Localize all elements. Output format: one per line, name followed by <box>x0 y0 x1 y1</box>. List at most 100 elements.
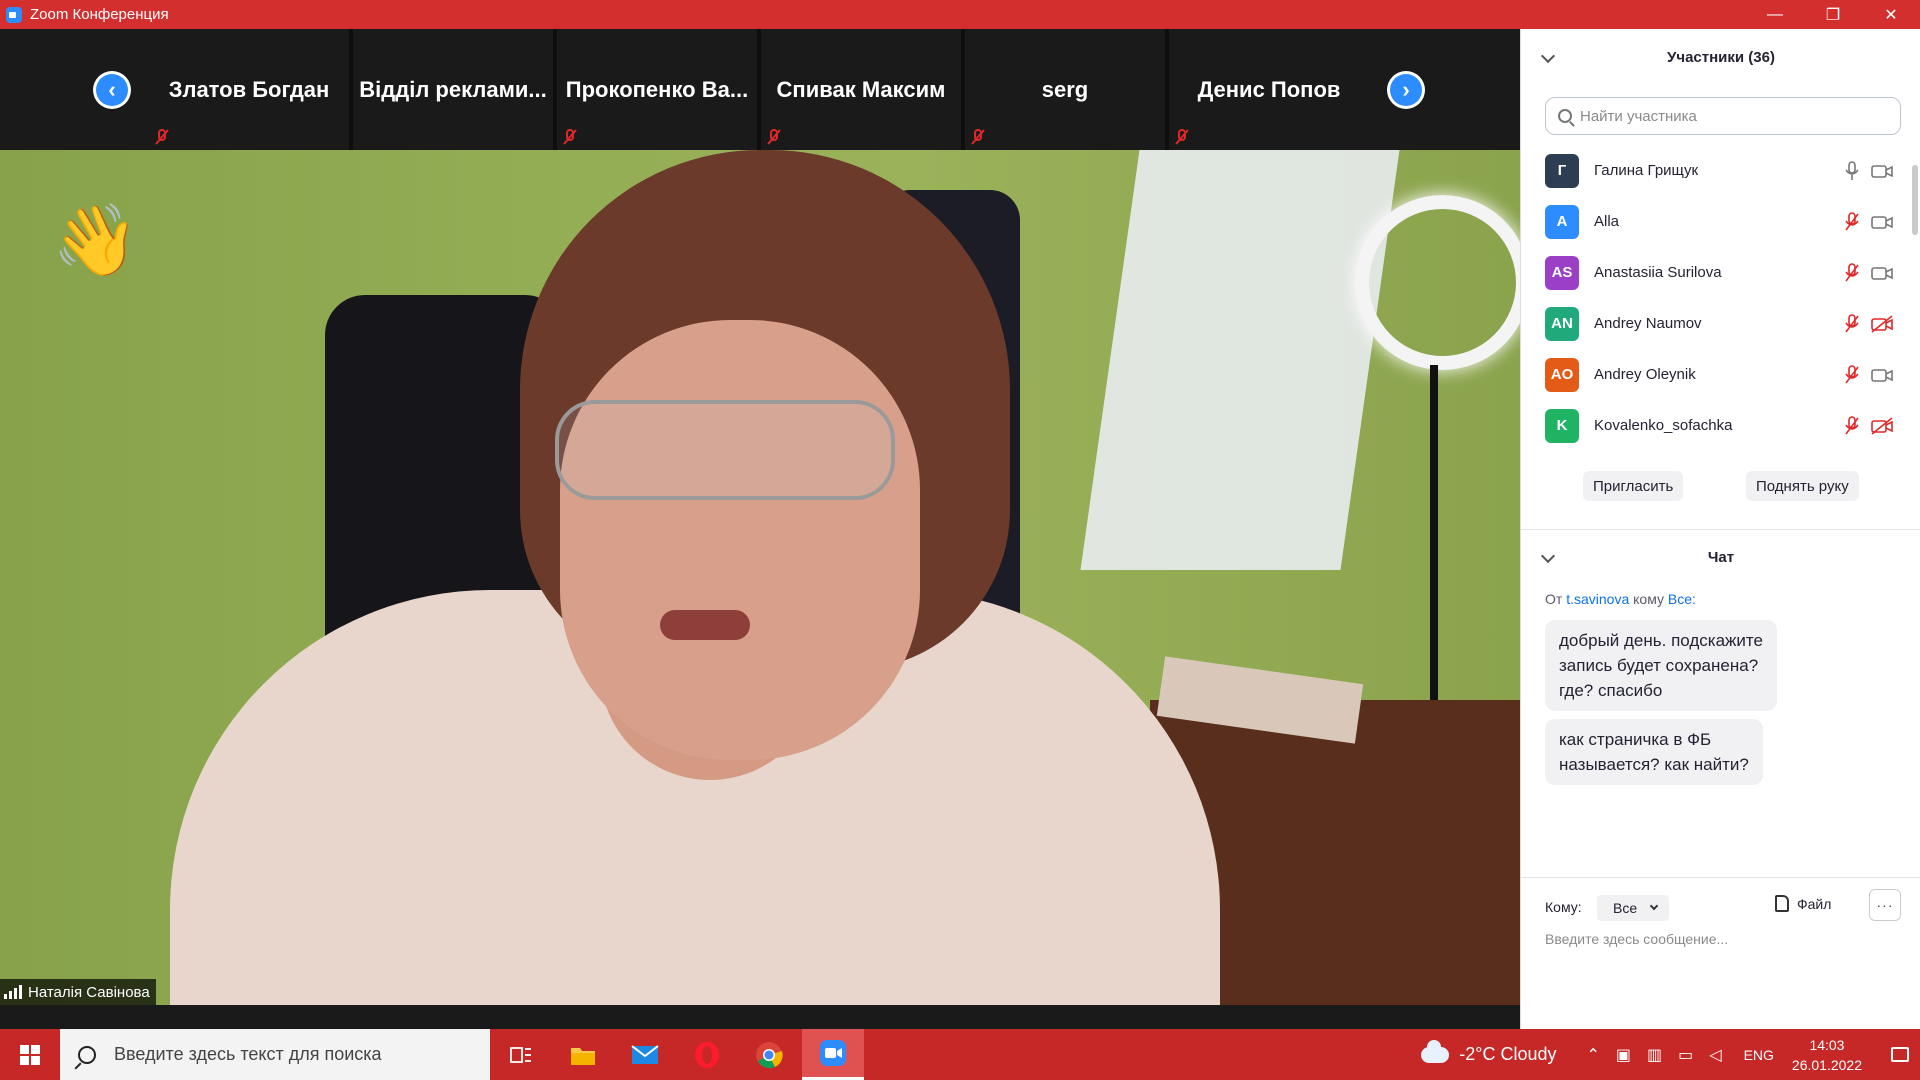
notification-icon <box>1891 1047 1909 1062</box>
participant-search-input[interactable]: Найти участника <box>1545 97 1901 135</box>
title-bar: Zoom Конференция — ❐ ✕ <box>0 0 1920 29</box>
video-scene-ring-light <box>1355 195 1520 370</box>
mic-muted-icon[interactable] <box>1845 314 1859 334</box>
video-tile[interactable]: Денис Попов <box>1169 29 1369 150</box>
system-tray: -2°C Cloudy ⌃ ▣ ▥ ▭ ◁ ENG 14:03 26.01.20… <box>1421 1029 1920 1080</box>
video-stopped-icon[interactable] <box>1871 314 1893 334</box>
participant-row[interactable]: AS Anastasiia Surilova <box>1521 247 1920 298</box>
video-off-icon[interactable] <box>1871 161 1893 181</box>
folder-icon <box>571 1047 595 1065</box>
chevron-right-icon: › <box>1390 74 1422 106</box>
participant-row-partial[interactable] <box>1521 451 1920 455</box>
message-input[interactable]: Введите здесь сообщение... <box>1545 931 1728 947</box>
weather-text: -2°C Cloudy <box>1459 1044 1557 1064</box>
mic-muted-icon[interactable] <box>1845 212 1859 232</box>
close-button[interactable]: ✕ <box>1862 0 1920 29</box>
video-tile[interactable]: Златов Богдан <box>149 29 349 150</box>
collapse-chevron-icon[interactable] <box>1540 48 1556 64</box>
avatar: A <box>1545 204 1579 239</box>
more-options-button[interactable]: ··· <box>1869 889 1901 921</box>
participant-row[interactable]: K Kovalenko_sofachka <box>1521 400 1920 451</box>
previous-page-button[interactable]: ‹ <box>93 71 131 109</box>
video-tile[interactable]: Прокопенко Ва... <box>557 29 757 150</box>
speaker-name-label: Наталія Савінова <box>0 979 156 1005</box>
recipient-select[interactable]: Все <box>1597 895 1669 921</box>
zoom-taskbar-button[interactable] <box>802 1029 864 1080</box>
chevron-left-icon: ‹ <box>96 74 128 106</box>
recipient-value: Все <box>1613 900 1638 916</box>
video-off-icon[interactable] <box>1871 212 1893 232</box>
video-off-icon[interactable] <box>1871 263 1893 283</box>
mail-button[interactable] <box>614 1029 676 1080</box>
mic-muted-icon <box>155 129 169 145</box>
video-stopped-icon[interactable] <box>1871 416 1893 436</box>
chat-from-user[interactable]: t.savinova <box>1566 591 1629 607</box>
wave-reaction-icon: 👋 <box>52 201 140 279</box>
restore-button[interactable]: ❐ <box>1804 0 1862 29</box>
mic-muted-icon[interactable] <box>1845 263 1859 283</box>
connection-signal-icon <box>4 985 22 999</box>
chat-header: Чат <box>1521 537 1920 577</box>
tile-participant-name: Денис Попов <box>1197 77 1341 102</box>
collapse-chevron-icon[interactable] <box>1540 548 1556 564</box>
notification-center-button[interactable] <box>1880 1029 1920 1080</box>
next-page-button[interactable]: › <box>1387 71 1425 109</box>
file-explorer-button[interactable] <box>552 1029 614 1080</box>
meet-now-icon[interactable]: ▣ <box>1616 1045 1631 1065</box>
participant-row[interactable]: A Alla <box>1521 196 1920 247</box>
mail-icon <box>631 1044 659 1064</box>
chat-to-user[interactable]: Все: <box>1668 591 1696 607</box>
participant-row[interactable]: Г Галина Грищук <box>1521 145 1920 196</box>
mic-muted-icon[interactable] <box>1845 416 1859 436</box>
participants-title: Участники (36) <box>1667 48 1775 66</box>
chrome-icon <box>756 1041 783 1068</box>
raise-hand-button[interactable]: Поднять руку <box>1746 471 1859 501</box>
video-bottom-gap <box>0 1005 1520 1029</box>
taskbar-search-placeholder: Введите здесь текст для поиска <box>114 1044 382 1064</box>
app-tray-icon[interactable]: ▥ <box>1647 1045 1662 1065</box>
weather-widget[interactable]: -2°C Cloudy <box>1421 1039 1557 1065</box>
search-placeholder: Найти участника <box>1580 107 1697 125</box>
chat-from-prefix: От <box>1545 591 1563 607</box>
network-icon[interactable]: ▭ <box>1678 1045 1693 1065</box>
participant-name: Alla <box>1594 213 1620 230</box>
active-speaker-video[interactable]: 👋 Наталія Савінова <box>0 150 1520 1005</box>
video-tile[interactable]: Спивак Максим <box>761 29 961 150</box>
taskbar-search-box[interactable]: Введите здесь текст для поиска <box>60 1029 490 1080</box>
participant-row[interactable]: AN Andrey Naumov <box>1521 298 1920 349</box>
avatar: AS <box>1545 255 1579 290</box>
file-button[interactable]: Файл <box>1775 895 1831 912</box>
chat-message: как страничка в ФБ называется? как найти… <box>1545 719 1763 785</box>
invite-button[interactable]: Пригласить <box>1583 471 1684 501</box>
participant-list-scrollbar[interactable] <box>1912 165 1918 235</box>
input-language[interactable]: ENG <box>1744 1047 1774 1063</box>
recipient-label: Кому: <box>1545 899 1582 915</box>
windows-taskbar: Введите здесь текст для поиска -2°C Clou… <box>0 1029 1920 1080</box>
avatar: AN <box>1545 306 1579 341</box>
task-view-button[interactable] <box>490 1029 552 1080</box>
video-tile[interactable]: Відділ реклами... <box>353 29 553 150</box>
mic-icon[interactable] <box>1845 161 1859 181</box>
show-hidden-icons-chevron-icon[interactable]: ⌃ <box>1586 1045 1599 1065</box>
tile-participant-name: serg <box>1041 77 1089 102</box>
search-icon <box>78 1045 96 1064</box>
chat-to-prefix: кому <box>1633 591 1664 607</box>
participant-list: Г Галина Грищук A Alla AS Anastasiia Sur… <box>1521 145 1920 455</box>
tile-participant-name: Прокопенко Ва... <box>565 77 749 102</box>
participant-name: Kovalenko_sofachka <box>1594 417 1733 434</box>
participant-row[interactable]: AO Andrey Oleynik <box>1521 349 1920 400</box>
mic-muted-icon[interactable] <box>1845 365 1859 385</box>
minimize-button[interactable]: — <box>1746 0 1804 29</box>
participant-name: Галина Грищук <box>1594 162 1699 179</box>
mic-muted-icon <box>971 129 985 145</box>
opera-browser-button[interactable] <box>676 1029 738 1080</box>
chrome-browser-button[interactable] <box>738 1029 800 1080</box>
start-button[interactable] <box>0 1029 60 1080</box>
video-thumbnail-strip: ‹ Златов Богдан Відділ реклами... Прокоп… <box>0 29 1520 150</box>
video-tile[interactable]: serg <box>965 29 1165 150</box>
volume-icon[interactable]: ◁ <box>1709 1045 1721 1065</box>
clock-date: 26.01.2022 <box>1791 1056 1862 1073</box>
clock[interactable]: 14:03 26.01.2022 <box>1792 1035 1862 1075</box>
video-off-icon[interactable] <box>1871 365 1893 385</box>
clock-time: 14:03 <box>1809 1036 1845 1053</box>
